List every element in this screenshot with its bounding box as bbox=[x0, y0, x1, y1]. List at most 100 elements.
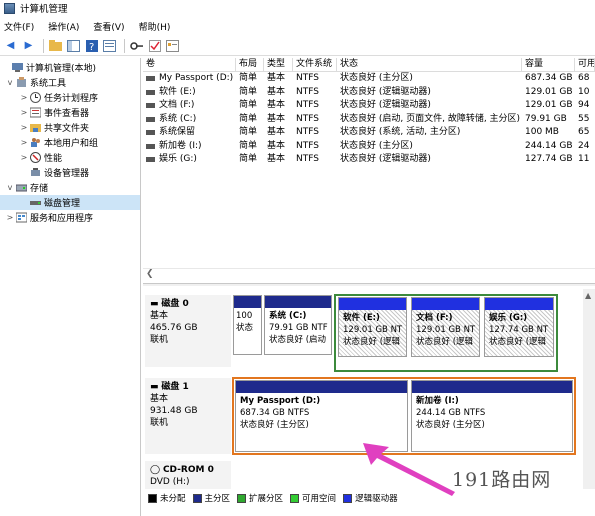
tree-item-services-apps[interactable]: > 服务和应用程序 bbox=[0, 210, 140, 225]
check-icon[interactable] bbox=[147, 38, 162, 53]
column-header-status[interactable]: 状态 bbox=[337, 58, 522, 71]
tree-item-label: 系统工具 bbox=[30, 79, 67, 89]
column-header-volume[interactable]: 卷 bbox=[143, 58, 236, 71]
column-header-layout[interactable]: 布局 bbox=[236, 58, 264, 71]
legend-unallocated: 未分配 bbox=[148, 492, 186, 504]
tree-item-local-users[interactable]: > 本地用户和组 bbox=[0, 135, 140, 150]
tree-item-storage[interactable]: v 存储 bbox=[0, 180, 140, 195]
legend-free-space: 可用空间 bbox=[290, 492, 336, 504]
cdrom-icon: ◯ bbox=[150, 465, 163, 475]
legend-label: 未分配 bbox=[160, 494, 186, 504]
table-cell: 10 bbox=[578, 86, 590, 97]
shared-folder-icon bbox=[30, 122, 41, 133]
help-icon[interactable]: ? bbox=[84, 38, 99, 53]
chevron-right-icon[interactable]: > bbox=[19, 123, 29, 132]
tree-item-computer-management[interactable]: 计算机管理(本地) bbox=[0, 60, 140, 75]
svg-text:?: ? bbox=[89, 42, 94, 52]
disk-type: 基本 bbox=[150, 311, 169, 321]
computer-management-icon bbox=[4, 2, 15, 14]
back-arrow-icon[interactable]: ◀ bbox=[3, 38, 18, 53]
chevron-right-icon[interactable]: > bbox=[19, 108, 29, 117]
list-icon[interactable] bbox=[165, 38, 180, 53]
performance-icon bbox=[30, 152, 41, 163]
column-header-capacity[interactable]: 容量 bbox=[522, 58, 575, 71]
disk-size: 931.48 GB bbox=[150, 406, 198, 416]
pane-divider[interactable] bbox=[143, 283, 595, 286]
logical-drive-bar bbox=[485, 298, 553, 310]
chevron-right-icon[interactable]: > bbox=[19, 93, 29, 102]
volume-list-header: 卷 布局 类型 文件系统 状态 容量 可用 bbox=[143, 58, 595, 72]
chevron-right-icon[interactable]: > bbox=[19, 153, 29, 162]
chevron-down-icon[interactable]: v bbox=[5, 78, 15, 87]
table-cell: 基本 bbox=[267, 154, 286, 164]
volume-name: 新加卷 (I:) bbox=[159, 140, 202, 151]
menu-action[interactable]: 操作(A) bbox=[48, 20, 79, 33]
table-row[interactable]: 文档 (F:) 简单 基本 NTFS 状态良好 (逻辑驱动器) 129.01 GB 94 bbox=[143, 99, 595, 113]
table-cell: 129.01 GB bbox=[525, 100, 573, 110]
menu-help[interactable]: 帮助(H) bbox=[139, 20, 171, 33]
tree-item-label: 计算机管理(本地) bbox=[26, 64, 97, 74]
properties-icon[interactable] bbox=[102, 38, 117, 53]
column-header-filesystem[interactable]: 文件系统 bbox=[293, 58, 337, 71]
tree-item-event-viewer[interactable]: > 事件查看器 bbox=[0, 105, 140, 120]
menu-file[interactable]: 文件(F) bbox=[4, 20, 34, 33]
partition-size: 687.34 GB NTFS bbox=[240, 408, 310, 418]
chevron-down-icon[interactable]: v bbox=[5, 183, 15, 192]
volume-name: 娱乐 (G:) bbox=[159, 154, 197, 165]
table-row[interactable]: 软件 (E:) 简单 基本 NTFS 状态良好 (逻辑驱动器) 129.01 GB 10 bbox=[143, 86, 595, 100]
scroll-left-icon[interactable]: ❮ bbox=[146, 269, 154, 279]
table-cell: 文档 (F:) bbox=[143, 99, 236, 113]
volume-name: My Passport (D:) bbox=[159, 73, 234, 84]
menu-bar: 文件(F) 操作(A) 查看(V) 帮助(H) bbox=[0, 19, 595, 33]
tree-item-device-manager[interactable]: 设备管理器 bbox=[0, 165, 140, 180]
tree-item-disk-management[interactable]: 磁盘管理 bbox=[0, 195, 140, 210]
table-cell: NTFS bbox=[296, 127, 319, 137]
table-row[interactable]: 娱乐 (G:) 简单 基本 NTFS 状态良好 (逻辑驱动器) 127.74 GB 11 bbox=[143, 153, 595, 167]
table-cell: NTFS bbox=[296, 73, 319, 83]
partition-status: 状态良好 (逻辑 bbox=[489, 337, 547, 347]
forward-arrow-icon[interactable]: ▶ bbox=[21, 38, 36, 53]
horizontal-scrollbar[interactable]: ❮ bbox=[143, 268, 595, 281]
disk-0-label[interactable]: ▬ 磁盘 0 基本 465.76 GB 联机 bbox=[145, 295, 231, 367]
chevron-right-icon[interactable]: > bbox=[5, 213, 15, 222]
partition-c[interactable]: 系统 (C:) 79.91 GB NTF 状态良好 (启动 bbox=[264, 295, 332, 355]
scroll-up-icon[interactable]: ▲ bbox=[585, 291, 591, 300]
tree-item-task-scheduler[interactable]: > 任务计划程序 bbox=[0, 90, 140, 105]
up-folder-icon[interactable] bbox=[48, 38, 63, 53]
table-cell: 24 bbox=[578, 140, 590, 151]
toolbar-separator bbox=[124, 38, 125, 53]
legend-swatch bbox=[290, 493, 300, 503]
table-cell: 新加卷 (I:) bbox=[143, 140, 236, 154]
table-cell: 基本 bbox=[267, 100, 286, 110]
tree-item-shared-folders[interactable]: > 共享文件夹 bbox=[0, 120, 140, 135]
table-row[interactable]: 系统 (C:) 简单 基本 NTFS 状态良好 (启动, 页面文件, 故障转储, 主分区… bbox=[143, 113, 595, 127]
volume-name: 系统保留 bbox=[159, 127, 196, 138]
partition-name: My Passport (D:) bbox=[240, 396, 321, 406]
cdrom-label[interactable]: ◯ CD-ROM 0 DVD (H:) bbox=[145, 461, 231, 489]
table-row[interactable]: 新加卷 (I:) 简单 基本 NTFS 状态良好 (主分区) 244.14 GB 24 bbox=[143, 140, 595, 154]
chevron-right-icon[interactable]: > bbox=[19, 138, 29, 147]
tree-item-performance[interactable]: > 性能 bbox=[0, 150, 140, 165]
partition-size: 79.91 GB NTF bbox=[269, 323, 328, 333]
table-row[interactable]: 系统保留 简单 基本 NTFS 状态良好 (系统, 活动, 主分区) 100 MB 65 bbox=[143, 126, 595, 140]
drive-icon bbox=[146, 143, 155, 149]
disk-1-label[interactable]: ▬ 磁盘 1 基本 931.48 GB 联机 bbox=[145, 378, 231, 454]
partition-e[interactable]: 软件 (E:) 129.01 GB NT 状态良好 (逻辑 bbox=[338, 297, 407, 357]
tree-item-system-tools[interactable]: v 系统工具 bbox=[0, 75, 140, 90]
partition-g[interactable]: 娱乐 (G:) 127.74 GB NT 状态良好 (逻辑 bbox=[484, 297, 554, 357]
column-header-free[interactable]: 可用 bbox=[575, 58, 595, 71]
table-row[interactable]: My Passport (D:) 简单 基本 NTFS 状态良好 (主分区) 687.34… bbox=[143, 72, 595, 86]
column-header-type[interactable]: 类型 bbox=[264, 58, 293, 71]
partition-f[interactable]: 文档 (F:) 129.01 GB NT 状态良好 (逻辑 bbox=[411, 297, 480, 357]
partition-name: 娱乐 (G:) bbox=[489, 313, 528, 323]
vertical-scrollbar[interactable]: ▲ bbox=[583, 289, 595, 489]
show-tree-icon[interactable] bbox=[66, 38, 81, 53]
partition-status: 状态良好 (主分区) bbox=[240, 420, 309, 430]
key-icon[interactable] bbox=[129, 38, 144, 53]
partition-system-reserved[interactable]: 100 状态 bbox=[233, 295, 262, 355]
legend-swatch bbox=[343, 493, 353, 503]
menu-view[interactable]: 查看(V) bbox=[93, 20, 124, 33]
drive-icon bbox=[146, 157, 155, 163]
primary-partition-bar bbox=[412, 381, 572, 393]
legend-swatch bbox=[148, 493, 157, 503]
